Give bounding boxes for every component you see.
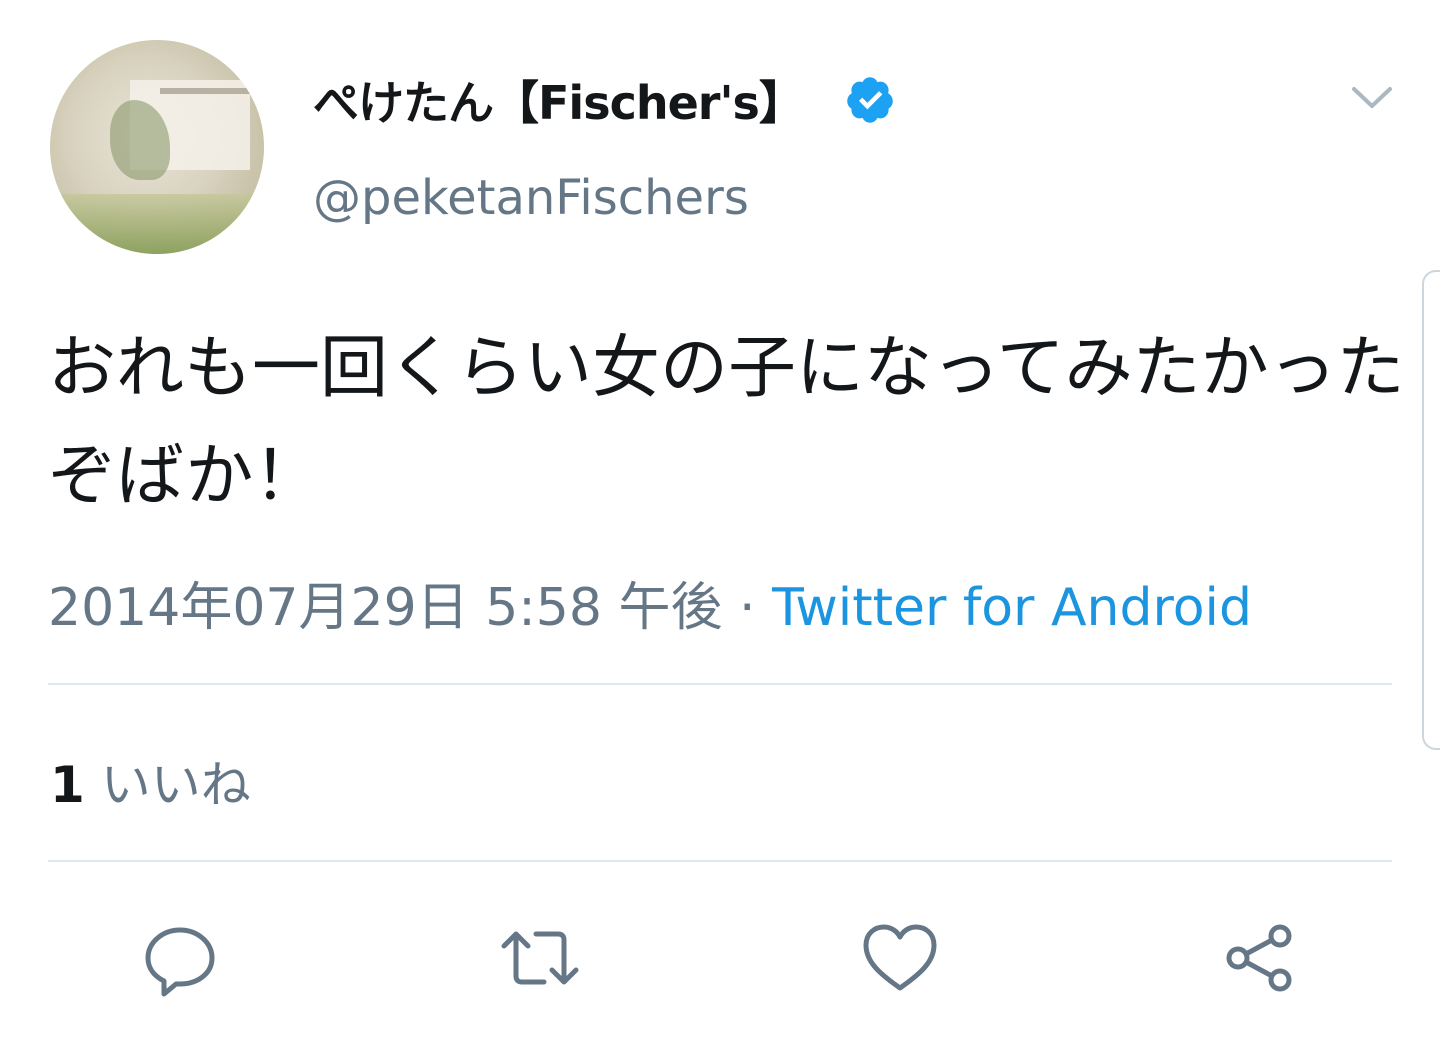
tweet-text: おれも一回くらい女の子になってみたかったぞばか！ (48, 329, 1405, 516)
likes-count: 1 (50, 756, 85, 814)
reply-icon (145, 927, 215, 997)
avatar-photo-rail (160, 88, 260, 94)
author-name-row: ぺけたん【Fischer's】 (313, 70, 896, 130)
likes-label: いいね (100, 756, 251, 814)
avatar-photo-grass (50, 194, 264, 254)
divider (48, 860, 1392, 862)
reply-button[interactable] (140, 918, 220, 998)
tweet-timestamp[interactable]: 2014年07月29日 5:58 午後 (48, 578, 723, 638)
retweet-button[interactable] (500, 918, 580, 998)
heart-icon (863, 924, 937, 991)
author-handle[interactable]: @peketanFischers (313, 170, 749, 226)
scroll-indicator[interactable] (1422, 270, 1440, 750)
verified-badge-icon (844, 74, 896, 126)
tweet-meta: 2014年07月29日 5:58 午後 · Twitter for Androi… (48, 565, 1252, 640)
chevron-down-icon[interactable] (1350, 84, 1394, 112)
author-display-name[interactable]: ぺけたん【Fischer's】 (313, 67, 805, 133)
share-icon (1226, 924, 1292, 992)
divider (48, 683, 1392, 685)
likes-stat[interactable]: 1 いいね (50, 745, 251, 817)
like-button[interactable] (860, 918, 940, 998)
tweet-source-link[interactable]: Twitter for Android (772, 578, 1252, 638)
meta-separator: · (722, 578, 773, 638)
share-button[interactable] (1220, 918, 1300, 998)
retweet-icon (501, 931, 579, 985)
profile-avatar[interactable] (50, 40, 264, 254)
